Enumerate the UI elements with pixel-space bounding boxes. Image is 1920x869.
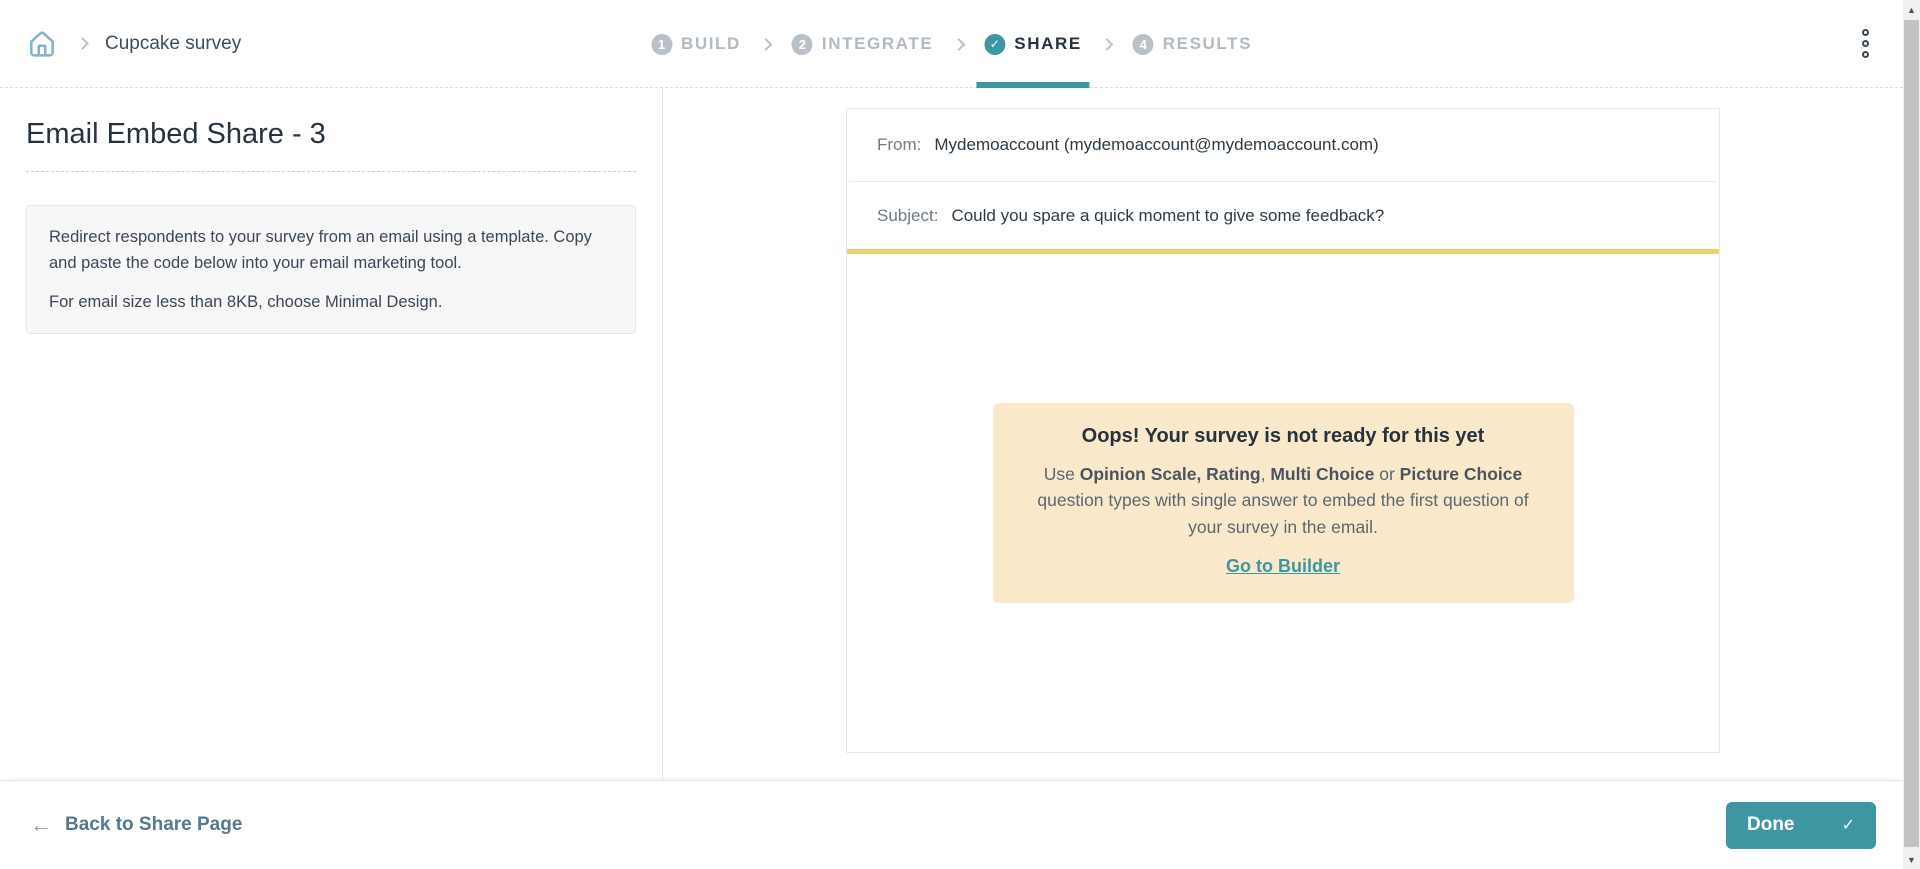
breadcrumb-survey-name[interactable]: Cupcake survey [105,33,241,55]
done-button-label: Done [1747,814,1795,836]
done-button[interactable]: Done ✓ [1726,802,1876,849]
top-navbar: Cupcake survey 1 BUILD 2 INTEGRATE ✓ SHA… [0,0,1903,88]
breadcrumb: Cupcake survey [26,27,241,61]
warning-text-segment: Picture Choice [1400,464,1523,484]
email-from-row: From: Mydemoaccount (mydemoaccount@mydem… [847,109,1719,181]
step-results-label: RESULTS [1163,34,1252,54]
step-share-check-icon: ✓ [984,34,1005,55]
go-to-builder-link[interactable]: Go to Builder [1226,556,1340,577]
app-window: Cupcake survey 1 BUILD 2 INTEGRATE ✓ SHA… [0,0,1920,869]
email-body: Oops! Your survey is not ready for this … [847,254,1719,752]
chevron-right-icon [1101,38,1114,51]
step-integrate-label: INTEGRATE [822,34,933,54]
chevron-right-icon [76,37,89,50]
vertical-scrollbar[interactable]: ▲ ▼ [1903,0,1920,869]
kebab-dot [1862,51,1869,58]
info-paragraph-1: Redirect respondents to your survey from… [49,224,613,277]
back-arrow-icon: ← [30,814,52,836]
email-preview-card: From: Mydemoaccount (mydemoaccount@mydem… [846,108,1720,753]
back-to-share-link[interactable]: ← Back to Share Page [30,814,242,836]
email-subject-value: Could you spare a quick moment to give s… [951,206,1384,226]
warning-text-segment: , [1261,464,1271,484]
chevron-right-icon [952,38,965,51]
step-build[interactable]: 1 BUILD [647,0,745,88]
email-subject-label: Subject: [877,206,938,226]
warning-text-segment: Opinion Scale, Rating [1080,464,1261,484]
scrollbar-thumb[interactable] [1904,20,1919,847]
preview-area: From: Mydemoaccount (mydemoaccount@mydem… [663,88,1903,780]
progress-stepper: 1 BUILD 2 INTEGRATE ✓ SHARE 4 RESULTS [647,0,1256,88]
page-title: Email Embed Share - 3 [26,118,636,172]
back-link-label: Back to Share Page [65,814,242,836]
warning-text-segment: Multi Choice [1270,464,1374,484]
info-box: Redirect respondents to your survey from… [26,205,636,334]
scroll-down-icon[interactable]: ▼ [1903,851,1920,868]
step-share[interactable]: ✓ SHARE [980,0,1086,88]
chevron-right-icon [760,38,773,51]
info-paragraph-2: For email size less than 8KB, choose Min… [49,289,613,315]
check-icon: ✓ [1842,815,1855,835]
content-area: Email Embed Share - 3 Redirect responden… [0,88,1903,780]
kebab-dot [1862,40,1869,47]
step-share-label: SHARE [1014,34,1082,54]
step-integrate[interactable]: 2 INTEGRATE [788,0,937,88]
warning-text: Use Opinion Scale, Rating, Multi Choice … [1027,461,1540,540]
email-from-label: From: [877,135,921,155]
scroll-up-icon[interactable]: ▲ [1903,1,1920,18]
email-subject-row: Subject: Could you spare a quick moment … [847,182,1719,249]
left-panel: Email Embed Share - 3 Redirect responden… [0,88,663,780]
email-from-value: Mydemoaccount (mydemoaccount@mydemoaccou… [934,135,1378,155]
step-results-number: 4 [1133,34,1154,55]
warning-text-segment: Use [1044,464,1080,484]
step-integrate-number: 2 [792,34,813,55]
home-icon[interactable] [26,27,60,61]
warning-text-segment: or [1374,464,1399,484]
step-build-number: 1 [651,34,672,55]
kebab-menu-icon[interactable] [1856,23,1875,64]
step-build-label: BUILD [681,34,741,54]
kebab-dot [1862,29,1869,36]
step-results[interactable]: 4 RESULTS [1129,0,1256,88]
survey-not-ready-warning: Oops! Your survey is not ready for this … [993,403,1574,603]
bottom-bar: ← Back to Share Page Done ✓ [0,780,1903,869]
warning-text-segment: question types with single answer to emb… [1037,490,1528,536]
page: Cupcake survey 1 BUILD 2 INTEGRATE ✓ SHA… [0,0,1903,869]
warning-title: Oops! Your survey is not ready for this … [1027,425,1540,448]
